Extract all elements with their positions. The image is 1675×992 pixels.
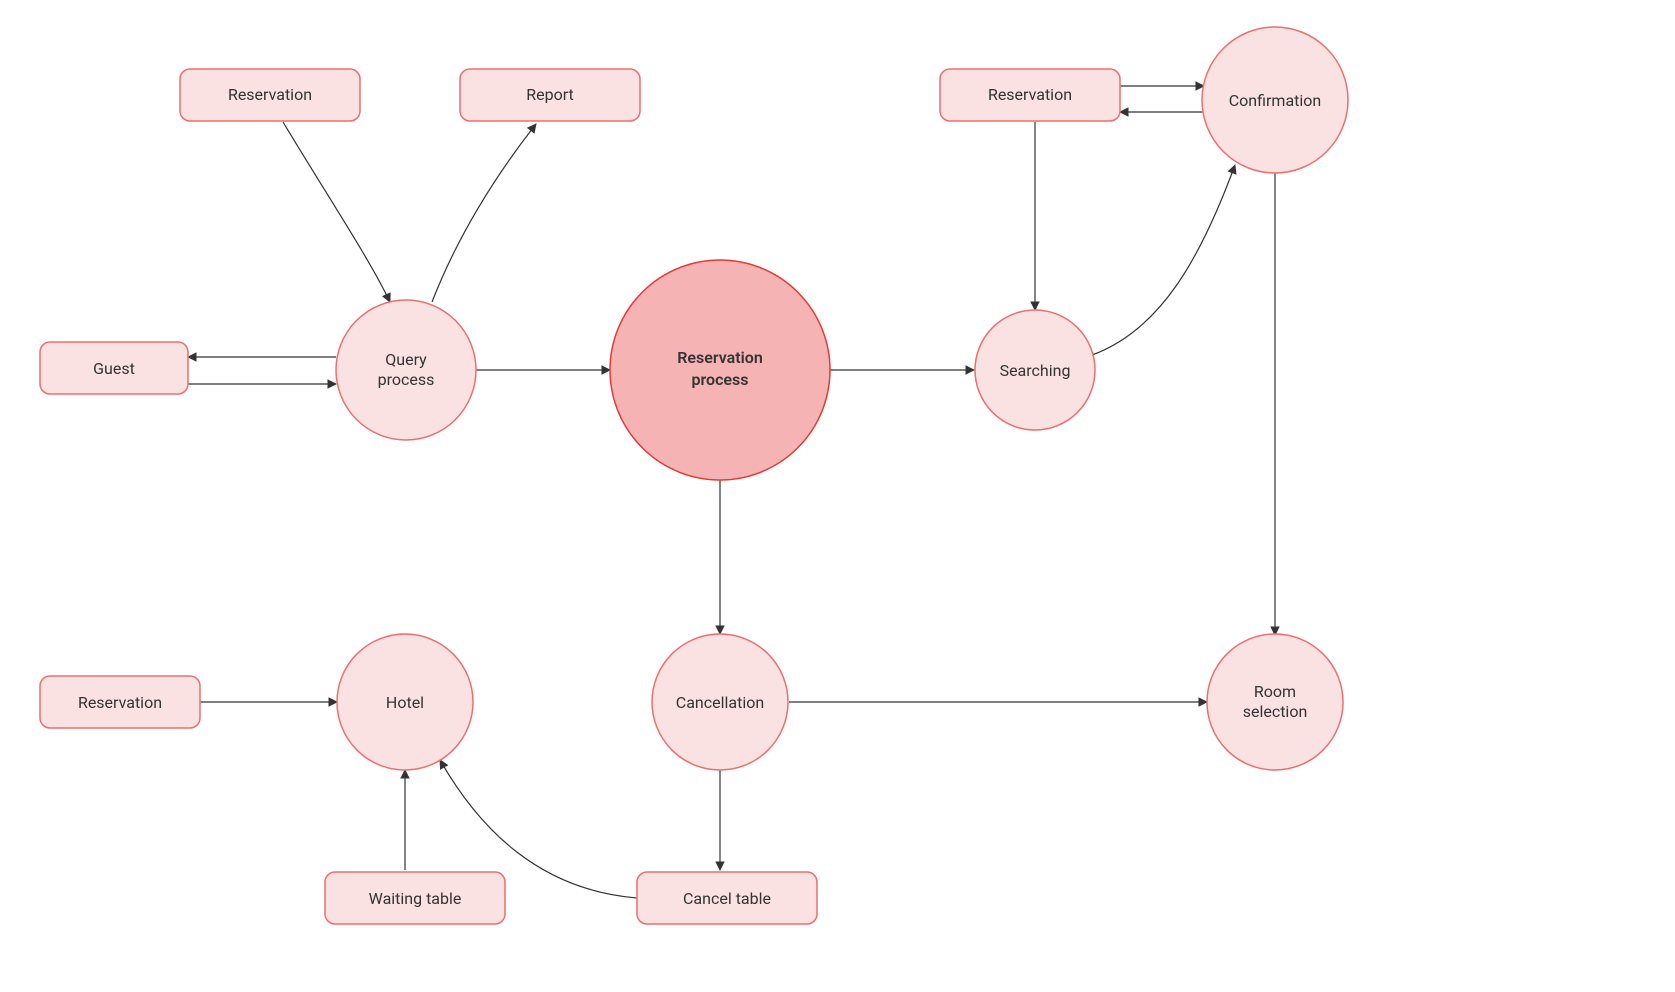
edge-query-to-report	[432, 124, 536, 302]
node-room-selection[interactable]: Room selection	[1207, 634, 1343, 770]
node-label: Cancel table	[683, 889, 771, 908]
node-waiting-table[interactable]: Waiting table	[325, 872, 505, 924]
node-label: Guest	[93, 359, 135, 378]
node-label-line2: process	[378, 370, 435, 389]
node-label: Report	[526, 85, 574, 104]
node-label: Reservation	[988, 85, 1072, 104]
node-label-line2: selection	[1243, 702, 1308, 721]
edge-searching-to-confirmation	[1092, 165, 1235, 355]
node-guest[interactable]: Guest	[40, 342, 188, 394]
node-label: Waiting table	[369, 889, 462, 908]
node-label-line1: Reservation	[677, 348, 763, 367]
node-confirmation[interactable]: Confirmation	[1202, 27, 1348, 173]
node-reservation-top-right[interactable]: Reservation	[940, 69, 1120, 121]
node-label: Reservation	[78, 693, 162, 712]
node-label: Cancellation	[676, 693, 764, 712]
node-reservation-top-left[interactable]: Reservation	[180, 69, 360, 121]
node-label: Searching	[1000, 361, 1071, 380]
node-label-line1: Room	[1254, 682, 1296, 701]
node-searching[interactable]: Searching	[975, 310, 1095, 430]
node-reservation-process[interactable]: Reservation process	[610, 260, 830, 480]
node-label-line2: process	[692, 370, 749, 389]
node-label: Hotel	[386, 693, 424, 712]
node-report[interactable]: Report	[460, 69, 640, 121]
node-hotel[interactable]: Hotel	[337, 634, 473, 770]
node-label-line1: Query	[385, 350, 427, 369]
node-cancellation[interactable]: Cancellation	[652, 634, 788, 770]
node-label: Reservation	[228, 85, 312, 104]
node-reservation-bottom-left[interactable]: Reservation	[40, 676, 200, 728]
edge-reservation-to-query	[283, 122, 390, 302]
node-label: Confirmation	[1229, 91, 1321, 110]
node-cancel-table[interactable]: Cancel table	[637, 872, 817, 924]
flow-diagram: Reservation Report Guest Query process R…	[0, 0, 1675, 992]
node-query-process[interactable]: Query process	[336, 300, 476, 440]
